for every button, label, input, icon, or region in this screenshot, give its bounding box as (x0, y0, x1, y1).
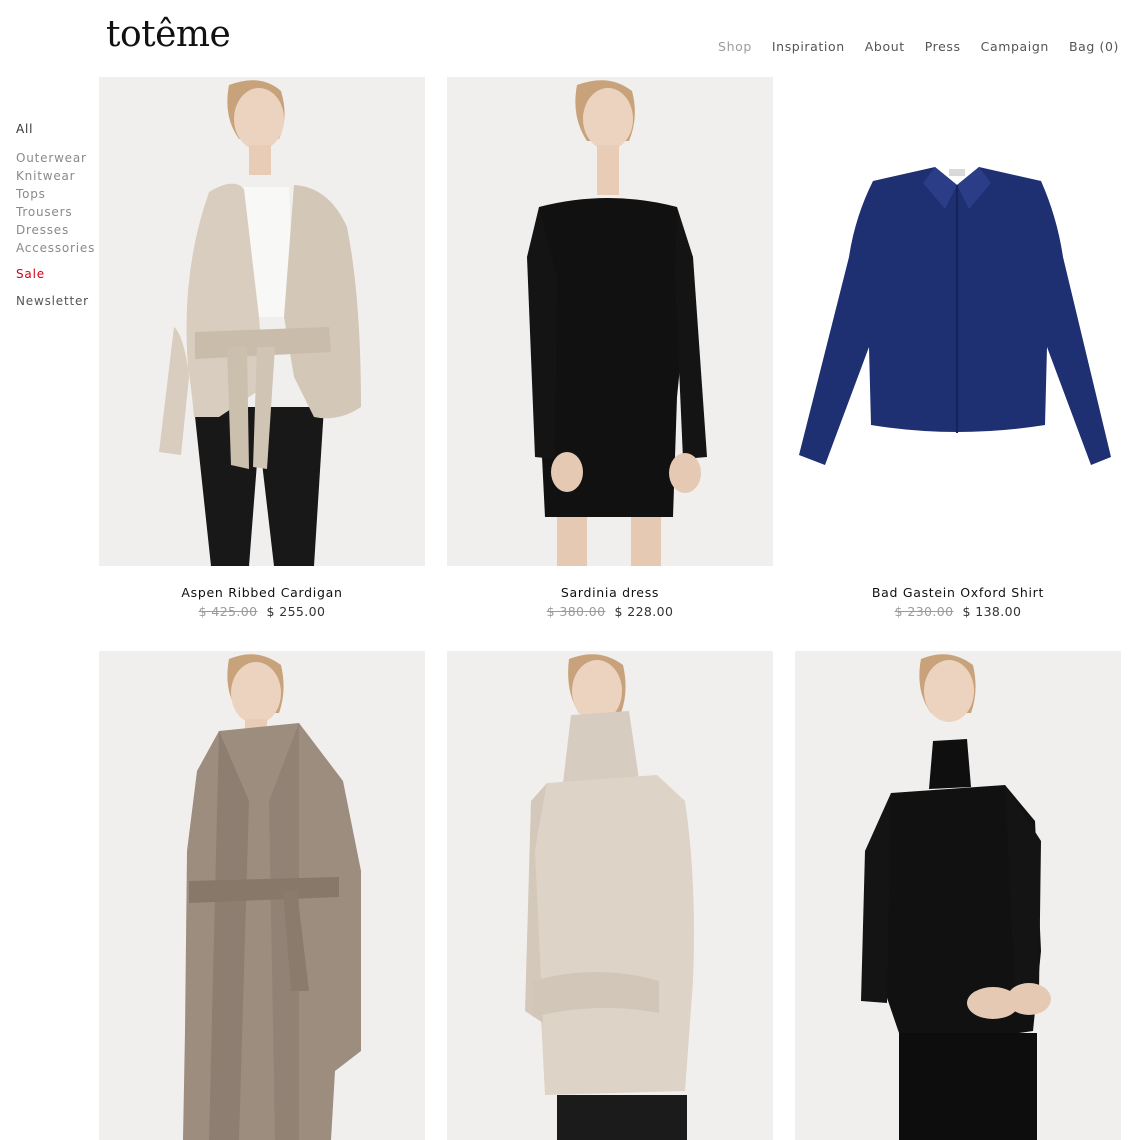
sidebar-item-sale[interactable]: Sale (16, 267, 95, 281)
product-card[interactable] (99, 651, 425, 1140)
sale-price: $ 255.00 (266, 604, 326, 619)
sale-price: $ 228.00 (614, 604, 674, 619)
product-card[interactable]: Sardinia dress $ 380.00 $ 228.00 (447, 77, 773, 619)
sidebar-item-all[interactable]: All (16, 122, 95, 136)
product-info: Bad Gastein Oxford Shirt $ 230.00 $ 138.0… (795, 585, 1121, 619)
nav-about[interactable]: About (865, 39, 905, 54)
original-price: $ 380.00 (546, 604, 606, 619)
sidebar-item-trousers[interactable]: Trousers (16, 203, 95, 221)
product-card[interactable] (447, 651, 773, 1140)
product-grid: Aspen Ribbed Cardigan $ 425.00 $ 255.00 (99, 77, 1121, 1140)
product-card[interactable] (795, 651, 1121, 1140)
nav-campaign[interactable]: Campaign (981, 39, 1049, 54)
product-image-dress[interactable] (447, 77, 773, 566)
nav-shop[interactable]: Shop (718, 39, 752, 54)
product-info: Sardinia dress $ 380.00 $ 228.00 (447, 585, 773, 619)
product-prices: $ 425.00 $ 255.00 (99, 604, 425, 619)
product-image-sweater[interactable] (447, 651, 773, 1140)
product-card[interactable]: Aspen Ribbed Cardigan $ 425.00 $ 255.00 (99, 77, 425, 619)
sidebar-item-dresses[interactable]: Dresses (16, 221, 95, 239)
product-image-turtleneck[interactable] (795, 651, 1121, 1140)
product-image-shirt[interactable] (795, 77, 1121, 566)
sidebar-item-accessories[interactable]: Accessories (16, 239, 95, 257)
product-prices: $ 380.00 $ 228.00 (447, 604, 773, 619)
product-prices: $ 230.00 $ 138.00 (795, 604, 1121, 619)
sidebar-item-newsletter[interactable]: Newsletter (16, 294, 95, 308)
original-price: $ 425.00 (198, 604, 258, 619)
original-price: $ 230.00 (894, 604, 954, 619)
top-navigation: Shop Inspiration About Press Campaign Ba… (718, 39, 1119, 54)
sidebar-item-knitwear[interactable]: Knitwear (16, 167, 95, 185)
sidebar-item-outerwear[interactable]: Outerwear (16, 149, 95, 167)
product-name[interactable]: Sardinia dress (447, 585, 773, 600)
sale-price: $ 138.00 (962, 604, 1022, 619)
product-name[interactable]: Aspen Ribbed Cardigan (99, 585, 425, 600)
product-image-cardigan[interactable] (99, 77, 425, 566)
product-info: Aspen Ribbed Cardigan $ 425.00 $ 255.00 (99, 585, 425, 619)
product-card[interactable]: Bad Gastein Oxford Shirt $ 230.00 $ 138.0… (795, 77, 1121, 619)
brand-logo[interactable]: totême (106, 14, 231, 55)
nav-press[interactable]: Press (925, 39, 961, 54)
nav-inspiration[interactable]: Inspiration (772, 39, 845, 54)
product-name[interactable]: Bad Gastein Oxford Shirt (795, 585, 1121, 600)
category-sidebar: All Outerwear Knitwear Tops Trousers Dre… (16, 122, 95, 308)
sidebar-item-tops[interactable]: Tops (16, 185, 95, 203)
nav-bag[interactable]: Bag (0) (1069, 39, 1119, 54)
product-image-coat[interactable] (99, 651, 425, 1140)
